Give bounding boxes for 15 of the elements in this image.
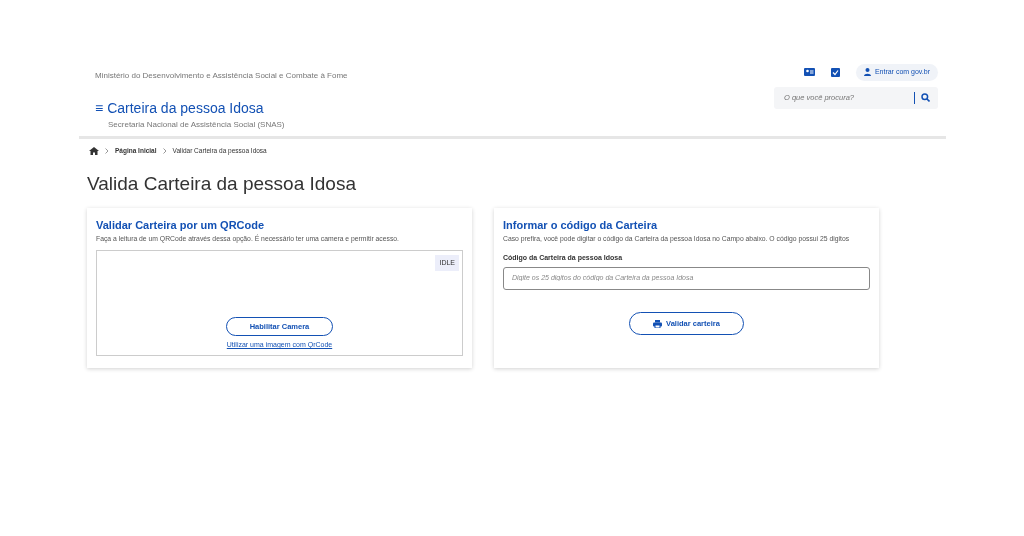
site-subtitle: Secretaria Nacional de Assistência Social (SNAS) [108, 119, 286, 131]
user-icon [863, 68, 871, 77]
card-title: Informar o código da Carteira [503, 218, 659, 234]
chevron-icon [162, 147, 167, 154]
site-title[interactable]: Carteira da pessoa Idosa [107, 98, 264, 119]
checkbox-icon[interactable] [830, 67, 840, 77]
printer-icon [653, 319, 663, 328]
search-icon[interactable] [921, 93, 930, 102]
id-card-icon[interactable] [803, 68, 815, 77]
chevron-icon [105, 147, 109, 154]
home-icon[interactable] [89, 146, 99, 155]
menu-icon[interactable]: ≡ [95, 98, 104, 119]
card-title: Validar Carteira por um QRCode [96, 218, 266, 234]
ministry-name: Ministério do Desenvolvimento e Assistência Social e Combate à Fome [95, 70, 348, 82]
page-title: Valida Carteira da pessoa Idosa [87, 171, 357, 196]
